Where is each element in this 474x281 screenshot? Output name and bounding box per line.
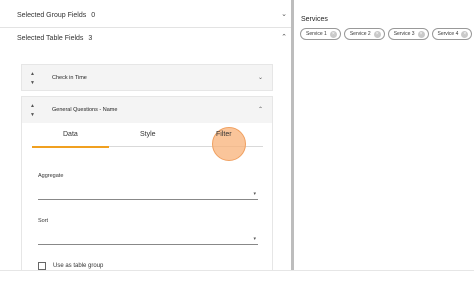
service-chip[interactable]: Service 2 ×	[343, 28, 385, 40]
service-chip[interactable]: Service 3 ×	[387, 28, 429, 40]
close-icon[interactable]: ×	[417, 30, 425, 38]
chevron-down-icon[interactable]: ⌄	[258, 74, 263, 81]
left-panel: Selected Group Fields 0 ⌄ Selected Table…	[0, 0, 291, 281]
sort-label: Sort	[38, 218, 49, 224]
tab-style[interactable]: Style	[140, 131, 156, 138]
active-tab-indicator	[32, 146, 109, 148]
close-icon[interactable]: ×	[329, 30, 337, 38]
field-card-title: Check in Time	[52, 75, 87, 81]
sort-select[interactable]: ▾	[38, 235, 258, 245]
selected-group-fields-row[interactable]: Selected Group Fields 0 ⌄	[0, 5, 291, 25]
sort-down-icon[interactable]: ▼	[30, 111, 35, 120]
selected-table-fields-count: 3	[88, 34, 93, 42]
close-icon[interactable]: ×	[461, 30, 469, 38]
service-chip[interactable]: Service 1 ×	[300, 28, 341, 40]
dropdown-caret-icon: ▾	[253, 191, 256, 197]
selected-table-fields-label: Selected Table Fields	[17, 34, 84, 42]
chevron-up-icon[interactable]: ⌃	[281, 33, 287, 41]
services-chip-list: Service 1 × Service 2 × Service 3 × Serv…	[300, 28, 473, 40]
field-card-header[interactable]: ▲ ▼ Check in Time ⌄	[22, 65, 272, 91]
bottom-strip	[0, 270, 474, 281]
field-card-general-questions-name: ▲ ▼ General Questions - Name ⌃ Data Styl…	[21, 96, 273, 277]
sort-up-icon[interactable]: ▲	[30, 102, 35, 111]
tab-filter[interactable]: Filter	[216, 131, 232, 138]
field-card-title: General Questions - Name	[52, 107, 118, 113]
use-as-table-group-label: Use as table group	[53, 263, 104, 269]
reorder-handle[interactable]: ▲ ▼	[30, 102, 35, 120]
sort-down-icon[interactable]: ▼	[30, 79, 35, 88]
tab-data[interactable]: Data	[63, 131, 78, 138]
close-icon[interactable]: ×	[373, 30, 381, 38]
right-panel: Services Service 1 × Service 2 × Service…	[294, 0, 474, 270]
sort-up-icon[interactable]: ▲	[30, 70, 35, 79]
chevron-up-icon[interactable]: ⌃	[258, 106, 263, 113]
field-card-header[interactable]: ▲ ▼ General Questions - Name ⌃	[22, 97, 272, 123]
chevron-down-icon[interactable]: ⌄	[281, 10, 287, 18]
field-card-body: Data Style Filter Aggregate ▾ Sort ▾ Use…	[22, 123, 272, 277]
dropdown-caret-icon: ▾	[253, 236, 256, 242]
services-title: Services	[301, 16, 328, 23]
selected-group-fields-count: 0	[91, 11, 96, 19]
reorder-handle[interactable]: ▲ ▼	[30, 70, 35, 88]
aggregate-label: Aggregate	[38, 173, 64, 179]
service-chip-label: Service 3	[393, 31, 415, 37]
service-chip-label: Service 4	[437, 31, 459, 37]
field-card-check-in-time: ▲ ▼ Check in Time ⌄	[21, 64, 273, 91]
use-as-table-group-checkbox[interactable]	[38, 262, 46, 270]
aggregate-select[interactable]: ▾	[38, 190, 258, 200]
settings-tabs: Data Style Filter	[32, 127, 263, 161]
selected-group-fields-label: Selected Group Fields	[17, 11, 87, 19]
selected-table-fields-row[interactable]: Selected Table Fields 3 ⌃	[0, 28, 291, 48]
service-chip[interactable]: Service 4 ×	[431, 28, 473, 40]
service-chip-label: Service 2	[349, 31, 371, 37]
service-chip-label: Service 1	[306, 31, 327, 37]
